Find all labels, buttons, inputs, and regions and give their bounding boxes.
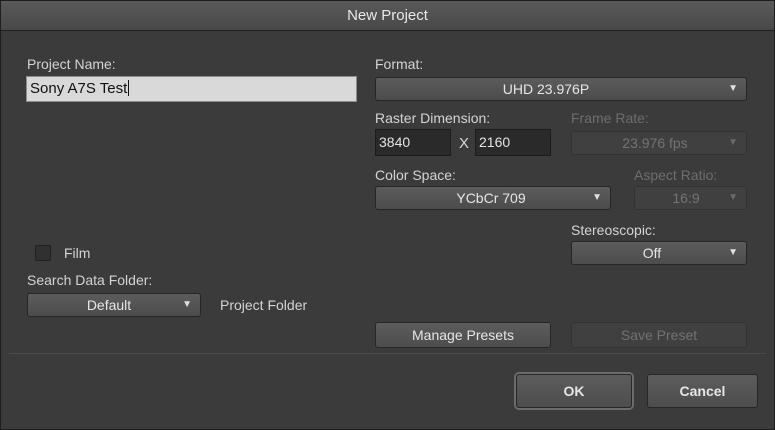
chevron-down-icon: ▼ (728, 83, 738, 94)
chevron-down-icon: ▼ (728, 137, 738, 148)
frame-rate-dropdown: 23.976 fps ▼ (571, 131, 747, 155)
project-name-label: Project Name: (27, 56, 116, 72)
project-folder-label: Project Folder (220, 297, 308, 313)
search-data-folder-value: Default (86, 297, 132, 313)
frame-rate-value: 23.976 fps (622, 135, 688, 151)
format-label: Format: (375, 56, 424, 72)
cancel-button[interactable]: Cancel (647, 374, 758, 408)
project-name-value: Sony A7S Test (30, 80, 128, 97)
chevron-down-icon: ▼ (182, 299, 192, 310)
chevron-down-icon: ▼ (592, 192, 602, 203)
raster-dimension-label: Raster Dimension: (375, 110, 491, 126)
color-space-dropdown[interactable]: YCbCr 709 ▼ (375, 186, 611, 210)
aspect-ratio-dropdown: 16:9 ▼ (634, 186, 747, 210)
frame-rate-label: Frame Rate: (571, 110, 649, 126)
raster-height-input[interactable]: 2160 (475, 129, 551, 156)
raster-separator: X (459, 135, 470, 152)
window-title: New Project (1, 1, 774, 31)
manage-presets-button[interactable]: Manage Presets (375, 322, 551, 348)
new-project-dialog: New Project Project Name: Sony A7S Test … (0, 0, 775, 430)
search-data-folder-dropdown[interactable]: Default ▼ (27, 293, 201, 317)
chevron-down-icon: ▼ (728, 247, 738, 258)
aspect-ratio-value: 16:9 (672, 190, 700, 206)
stereoscopic-label: Stereoscopic: (571, 222, 656, 238)
text-caret (128, 80, 130, 96)
format-dropdown[interactable]: UHD 23.976P ▼ (375, 77, 747, 101)
ok-button[interactable]: OK (516, 374, 632, 408)
divider (9, 353, 766, 354)
project-name-input[interactable]: Sony A7S Test (26, 76, 357, 102)
aspect-ratio-label: Aspect Ratio: (634, 167, 718, 183)
chevron-down-icon: ▼ (728, 192, 738, 203)
format-value: UHD 23.976P (502, 81, 590, 97)
save-preset-button: Save Preset (571, 322, 747, 348)
search-data-folder-label: Search Data Folder: (27, 272, 153, 288)
stereoscopic-value: Off (642, 245, 662, 261)
film-checkbox[interactable] (35, 245, 51, 261)
raster-width-input[interactable]: 3840 (375, 129, 451, 156)
film-label: Film (64, 245, 91, 261)
color-space-value: YCbCr 709 (456, 190, 526, 206)
color-space-label: Color Space: (375, 167, 456, 183)
stereoscopic-dropdown[interactable]: Off ▼ (571, 241, 747, 265)
